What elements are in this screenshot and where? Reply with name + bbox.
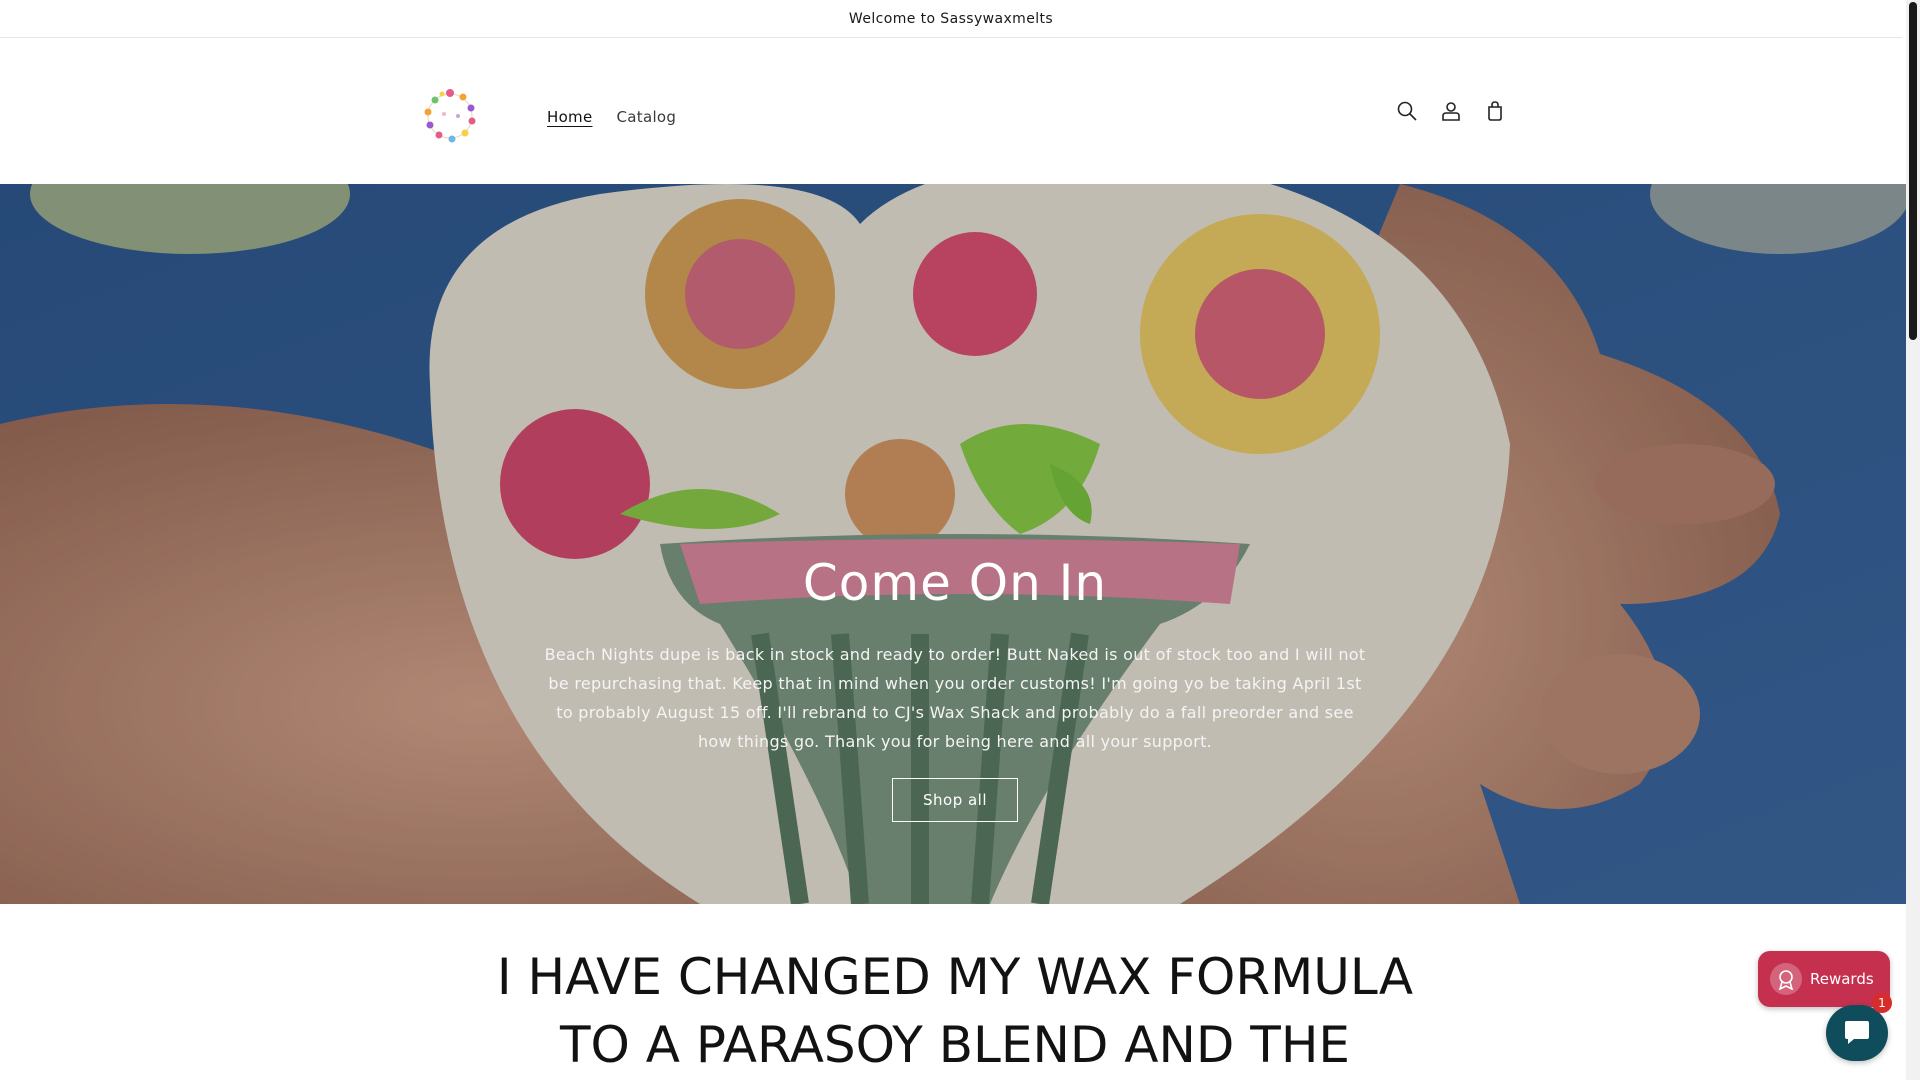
rewards-badge-icon [1770,963,1802,995]
announcement-bar: Welcome to Sassywaxmelts [0,0,1902,38]
page-scrollbar[interactable] [1906,0,1920,1080]
header-icons [1392,96,1510,126]
chat-button[interactable] [1826,1005,1888,1061]
account-icon[interactable] [1436,96,1466,126]
rewards-button[interactable]: Rewards [1758,951,1890,1007]
shop-all-button[interactable]: Shop all [891,778,1019,822]
announcement-text: Welcome to Sassywaxmelts [848,10,1054,27]
nav-home-link[interactable]: Home [535,100,605,134]
hero-title: Come On In [802,554,1108,612]
cart-icon[interactable] [1480,96,1510,126]
nav-catalog-link[interactable]: Catalog [605,100,689,134]
store-logo[interactable] [418,84,482,148]
hero-banner: Come On In Beach Nights dupe is back in … [0,184,1910,904]
section-heading: I HAVE CHANGED MY WAX FORMULA TO A PARAS… [496,948,1414,1074]
rewards-label: Rewards [1810,970,1874,988]
main-nav: Home Catalog [535,100,688,134]
site-header: Home Catalog [0,38,1902,183]
scrollbar-thumb[interactable] [1909,2,1917,340]
search-icon[interactable] [1392,96,1422,126]
chat-notification-badge: 1 [1872,993,1892,1013]
hero-content: Come On In Beach Nights dupe is back in … [540,554,1370,822]
hero-description: Beach Nights dupe is back in stock and r… [544,645,1366,751]
chat-icon [1845,1021,1869,1044]
